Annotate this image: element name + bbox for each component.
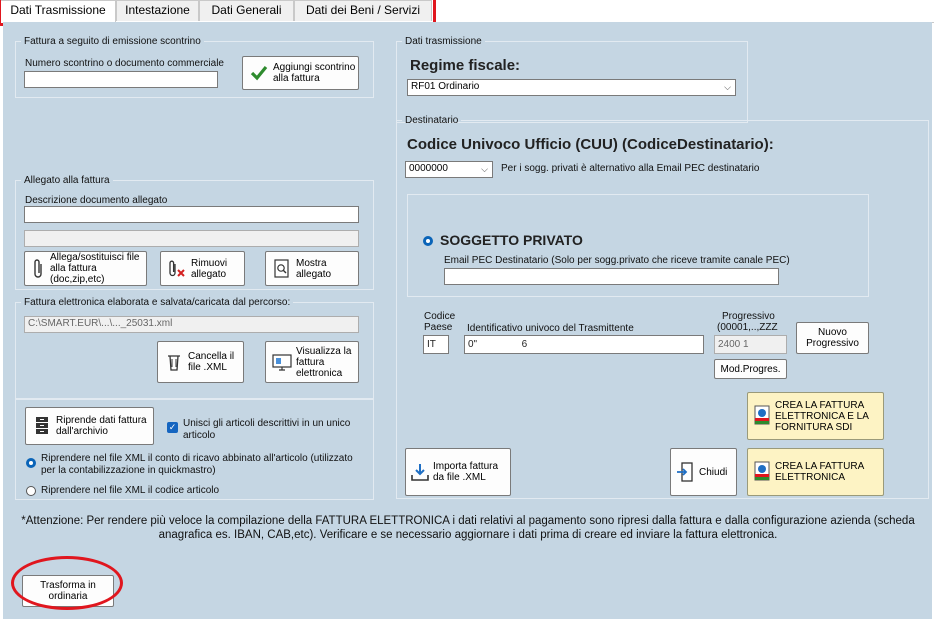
riprende-archivio-label: Riprende dati fattura dall'archivio xyxy=(56,415,147,437)
delete-xml-label: Cancella il file .XML xyxy=(188,351,235,373)
view-xml-label: Visualizza la fattura elettronica xyxy=(296,345,352,379)
attach-file-button[interactable]: Allega/sostituisci file alla fattura (do… xyxy=(24,251,147,286)
chiudi-label: Chiudi xyxy=(699,466,728,478)
paperclip-icon xyxy=(28,258,48,279)
crea-fattura-button[interactable]: CREA LA FATTURA ELETTRONICA xyxy=(747,448,884,496)
allegato-path-input xyxy=(24,230,359,247)
allegato-desc-label: Descrizione documento allegato xyxy=(25,195,168,206)
id-trasmittente-input[interactable]: 0" 6 xyxy=(464,335,704,354)
tab-intestazione[interactable]: Intestazione xyxy=(116,0,199,21)
progressivo-label-2: (00001,..,ZZZ xyxy=(717,322,778,333)
cuu-note: Per i sogg. privati è alternativo alla E… xyxy=(501,163,760,174)
chevron-down-icon: ⌵ xyxy=(481,164,488,174)
fattura-elettronica-icon xyxy=(752,461,772,482)
tab-bar: Dati Trasmissione Intestazione Dati Gene… xyxy=(0,0,934,23)
tab-dati-trasmissione[interactable]: Dati Trasmissione xyxy=(0,0,116,23)
add-scontrino-button[interactable]: Aggiungi scontrino alla fattura xyxy=(242,56,359,90)
add-scontrino-label: Aggiungi scontrino alla fattura xyxy=(273,62,356,84)
merge-articles-checkbox[interactable]: ✓ xyxy=(167,422,178,433)
view-document-icon xyxy=(272,258,292,279)
scontrino-legend: Fattura a seguito di emissione scontrino xyxy=(24,36,201,47)
mod-progressivo-button[interactable]: Mod.Progres. xyxy=(714,359,787,379)
trash-icon xyxy=(164,352,184,372)
cuu-title: Codice Univoco Ufficio (CUU) (CodiceDest… xyxy=(407,136,774,153)
fattura-xml-path-input: C:\SMART.EUR\...\..._25031.xml xyxy=(24,316,359,333)
show-attachment-button[interactable]: Mostra allegato xyxy=(265,251,359,286)
view-xml-button[interactable]: Visualizza la fattura elettronica xyxy=(265,341,359,383)
monitor-icon xyxy=(272,352,292,372)
tab-dati-generali[interactable]: Dati Generali xyxy=(199,0,294,21)
crea-fattura-sdi-label: CREA LA FATTURA ELETTRONICA E LA FORNITU… xyxy=(775,399,869,433)
allegato-legend: Allegato alla fattura xyxy=(24,175,110,186)
fattura-elettronica-icon xyxy=(752,405,772,426)
nuovo-progressivo-button[interactable]: Nuovo Progressivo xyxy=(796,322,869,354)
codice-paese-label-2: Paese xyxy=(424,322,453,333)
scontrino-input[interactable] xyxy=(24,71,218,88)
remove-clip-icon xyxy=(167,259,187,279)
archive-icon xyxy=(32,416,52,436)
soggetto-privato-label: SOGGETTO PRIVATO xyxy=(440,232,583,248)
chiudi-button[interactable]: Chiudi xyxy=(670,448,737,496)
radio-codice-articolo-label: Riprendere nel file XML il codice artico… xyxy=(41,485,220,496)
merge-articles-label: Unisci gli articoli descrittivi in un un… xyxy=(183,418,351,441)
trasmissione-legend: Dati trasmissione xyxy=(405,36,482,47)
scontrino-field-label: Numero scontrino o documento commerciale xyxy=(25,58,224,69)
remove-attachment-button[interactable]: Rimuovi allegato xyxy=(160,251,245,286)
radio-conto-ricavo-label: Riprendere nel file XML il conto di rica… xyxy=(41,453,353,476)
checkmark-icon xyxy=(249,63,269,83)
crea-fattura-label: CREA LA FATTURA ELETTRONICA xyxy=(775,461,864,483)
regime-fiscale-title: Regime fiscale: xyxy=(410,57,521,74)
trasforma-ordinaria-button[interactable]: Trasforma in ordinaria xyxy=(22,575,114,607)
radio-soggetto-privato[interactable] xyxy=(423,236,433,246)
id-trasmittente-label: Identificativo univoco del Trasmittente xyxy=(467,323,634,334)
codice-paese-label-1: Codice xyxy=(424,311,456,322)
attenzione-note: *Attenzione: Per rendere più veloce la c… xyxy=(21,515,915,541)
show-attachment-label: Mostra allegato xyxy=(296,257,332,280)
importa-xml-button[interactable]: Importa fattura da file .XML xyxy=(405,448,511,496)
crea-fattura-sdi-button[interactable]: CREA LA FATTURA ELETTRONICA E LA FORNITU… xyxy=(747,392,884,440)
tab-dati-beni-servizi[interactable]: Dati dei Beni / Servizi xyxy=(294,0,432,21)
regime-fiscale-value: RF01 Ordinario xyxy=(411,81,480,92)
radio-conto-ricavo[interactable] xyxy=(26,458,36,468)
destinatario-legend: Destinatario xyxy=(405,115,459,126)
importa-xml-label: Importa fattura da file .XML xyxy=(433,461,499,483)
codice-paese-input[interactable]: IT xyxy=(423,335,449,354)
progressivo-input: 2400 1 xyxy=(714,335,787,354)
regime-fiscale-select[interactable]: RF01 Ordinario ⌵ xyxy=(407,79,736,96)
pec-label: Email PEC Destinatario (Solo per sogg.pr… xyxy=(444,255,790,266)
attach-file-label: Allega/sostituisci file alla fattura (do… xyxy=(50,252,140,285)
main-panel: Fattura a seguito di emissione scontrino… xyxy=(3,22,932,619)
chevron-down-icon: ⌵ xyxy=(724,82,731,92)
cuu-value: 0000000 xyxy=(409,163,448,174)
allegato-desc-input[interactable] xyxy=(24,206,359,223)
import-icon xyxy=(410,462,430,482)
radio-codice-articolo[interactable] xyxy=(26,486,36,496)
exit-door-icon xyxy=(675,462,695,482)
fattura-xml-legend: Fattura elettronica elaborata e salvata/… xyxy=(24,297,291,308)
cuu-select[interactable]: 0000000 ⌵ xyxy=(405,161,493,178)
delete-xml-button[interactable]: Cancella il file .XML xyxy=(157,341,244,383)
remove-attachment-label: Rimuovi allegato xyxy=(191,257,228,280)
pec-input[interactable] xyxy=(444,268,779,285)
riprende-archivio-button[interactable]: Riprende dati fattura dall'archivio xyxy=(25,407,154,445)
progressivo-label-1: Progressivo xyxy=(722,311,775,322)
